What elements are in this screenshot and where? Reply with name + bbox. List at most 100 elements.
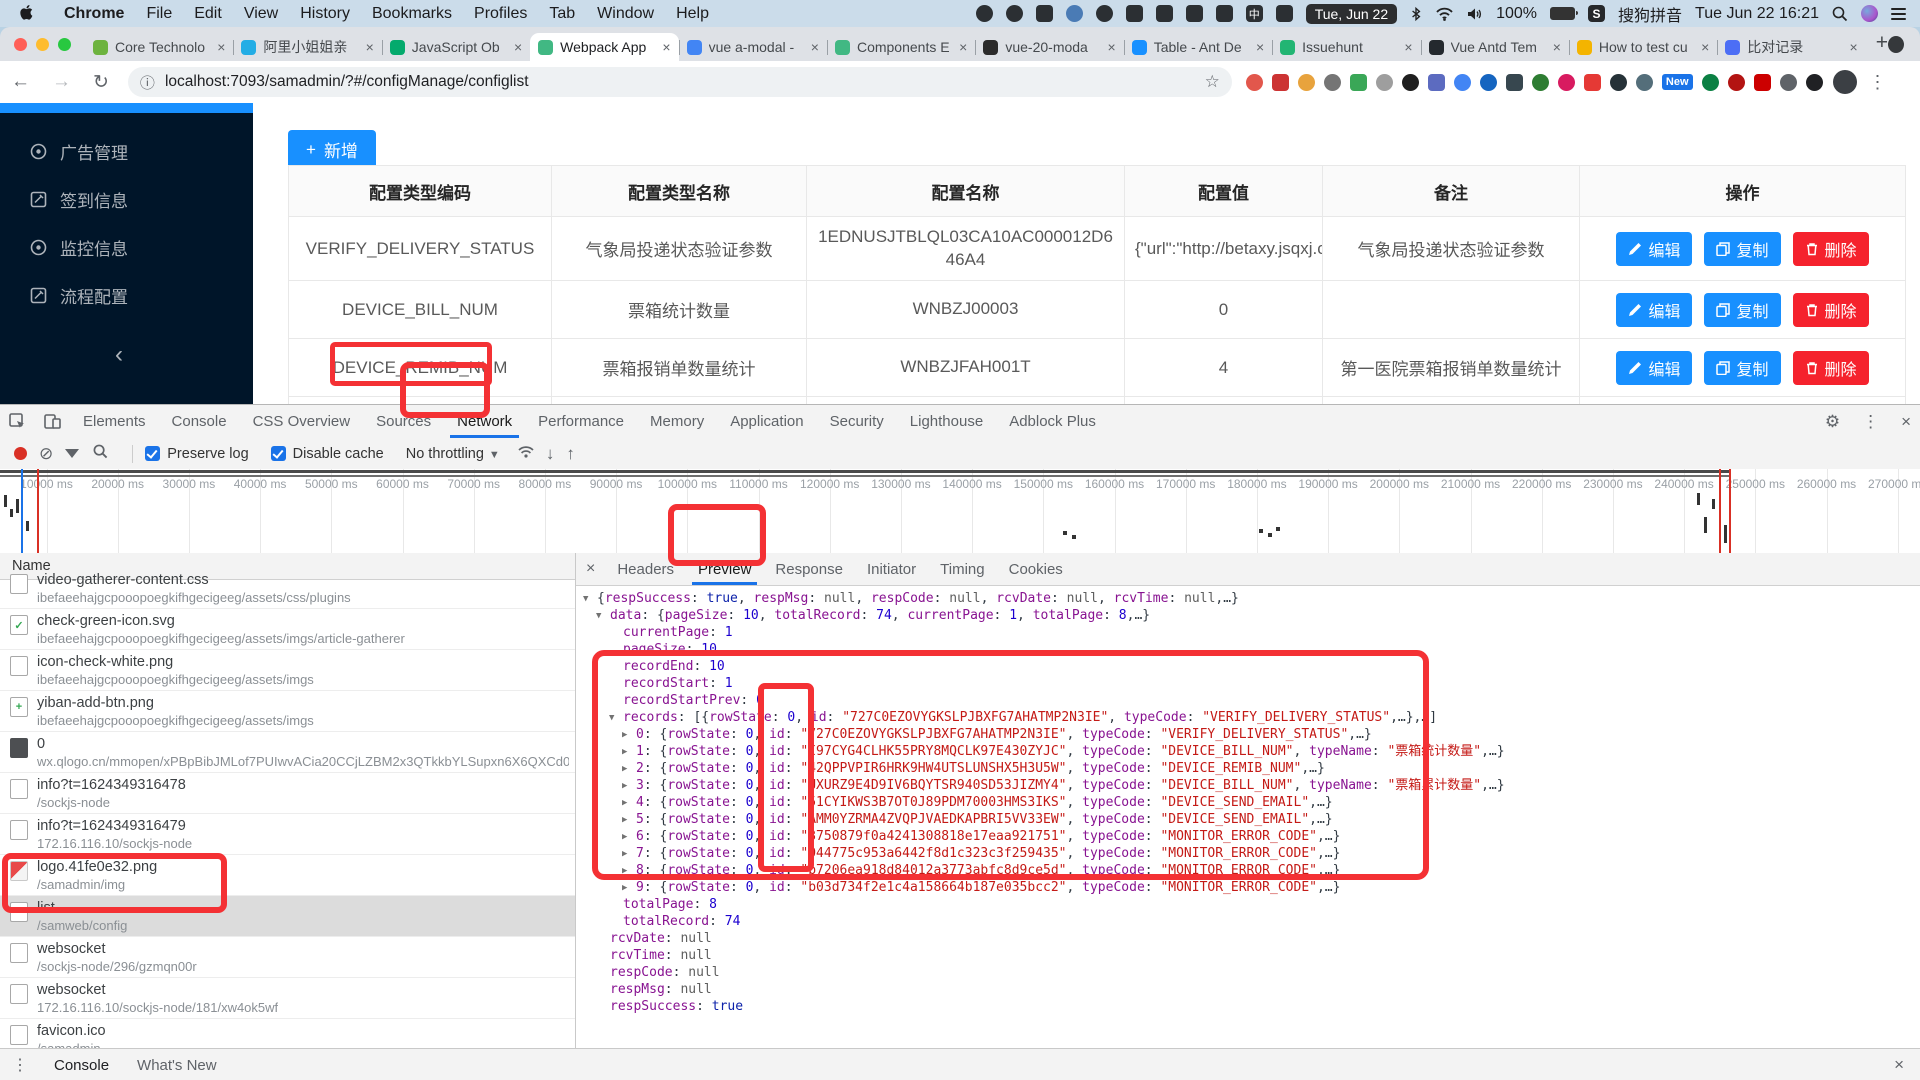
wifi-icon[interactable] [1435,6,1454,21]
export-har-icon[interactable]: ↑ [566,444,575,464]
site-info-icon[interactable]: ⓘ [140,72,155,93]
expand-arrow-icon[interactable]: ▶ [622,795,636,812]
network-request-row[interactable]: ✓ check-green-icon.svg ibefaeehajgcpooopoe… [0,609,575,650]
menu-history[interactable]: History [289,5,361,22]
devtools-tab-network[interactable]: Network [444,405,525,438]
mic-icon[interactable] [1215,5,1233,22]
network-overview-timeline[interactable]: 10000 ms 20000 ms 30000 ms 40000 ms 50000 ms… [0,469,1920,554]
menu-profiles[interactable]: Profiles [463,5,538,22]
preserve-log-checkbox[interactable]: Preserve log [145,446,249,462]
copy-button[interactable]: 复制 [1704,350,1781,385]
extension-icon[interactable] [1531,73,1549,91]
clear-icon[interactable]: ⊘ [39,444,53,464]
extension-icon[interactable] [1779,73,1797,91]
extension-icon[interactable] [1609,73,1627,91]
panel-tab-preview[interactable]: Preview [686,553,763,585]
control-center-icon[interactable] [1891,7,1906,20]
expand-arrow-icon[interactable]: ▶ [622,863,636,880]
panel-tab-cookies[interactable]: Cookies [997,553,1075,585]
siri-icon[interactable] [1861,5,1878,22]
record-icon[interactable] [14,447,27,460]
edit-button[interactable]: 编辑 [1616,231,1693,266]
bookmark-star-icon[interactable]: ☆ [1205,72,1220,92]
extension-icon[interactable] [1583,73,1601,91]
close-tab-icon[interactable]: × [959,39,967,55]
network-request-row[interactable]: + yiban-add-btn.png ibefaeehajgcpooopoegki… [0,691,575,732]
minimize-window-button[interactable] [36,38,49,51]
apple-icon[interactable] [20,5,35,22]
menu-tab[interactable]: Tab [538,5,586,22]
network-request-row[interactable]: video-gatherer-content.css ibefaeehajgcpo… [0,568,575,609]
expand-arrow-icon[interactable]: ▶ [622,846,636,863]
devtools-tab-sources[interactable]: Sources [363,405,444,438]
expand-arrow-icon[interactable]: ▼ [583,591,597,608]
devtools-tab-elements[interactable]: Elements [70,405,159,438]
menu-help[interactable]: Help [665,5,720,22]
delete-button[interactable]: 删除 [1792,231,1869,266]
devtools-tab-lighthouse[interactable]: Lighthouse [897,405,996,438]
tab-search-icon[interactable] [1888,36,1904,53]
extension-icon[interactable] [1753,73,1771,91]
panel-tab-timing[interactable]: Timing [928,553,996,585]
browser-tab[interactable]: Webpack App × [530,33,679,61]
browser-tab[interactable]: vue a-modal - × [678,33,827,61]
expand-arrow-icon[interactable]: ▶ [622,761,636,778]
menu-edit[interactable]: Edit [183,5,233,22]
devtools-tab-memory[interactable]: Memory [637,405,717,438]
close-tab-icon[interactable]: × [1404,39,1412,55]
extension-icon[interactable] [1701,73,1719,91]
extension-icon[interactable] [1635,73,1653,91]
drawer-tab-what-s-new[interactable]: What's New [123,1057,231,1074]
expand-arrow-icon[interactable]: ▶ [622,727,636,744]
new-extension-badge[interactable]: New [1661,74,1693,90]
extension-icon[interactable] [1297,73,1315,91]
window-controls[interactable] [14,38,71,51]
network-request-row[interactable]: info?t=1624349316478/sockjs-node [0,773,575,814]
plugin-icon[interactable] [1035,5,1053,22]
sidebar-item-3[interactable]: 监控信息 [0,227,253,267]
reload-button[interactable]: ↻ [82,71,120,94]
ime-name[interactable]: 搜狗拼音 [1618,2,1682,26]
extension-icon[interactable] [1453,73,1471,91]
devtools-tab-performance[interactable]: Performance [525,405,637,438]
browser-tab[interactable]: Core Technolo × [85,33,233,61]
dropbox-icon[interactable] [1155,5,1173,22]
drawer-menu-icon[interactable]: ⋮ [0,1055,40,1075]
browser-tab[interactable]: How to test cu × [1568,33,1717,61]
extension-icon[interactable] [1323,73,1341,91]
emoji-icon[interactable] [1185,5,1203,22]
url-text[interactable]: localhost:7093/samadmin/?#/configManage/… [165,73,529,91]
extension-icon[interactable] [1401,73,1419,91]
bluetooth-icon[interactable] [1410,6,1422,22]
devtools-tab-console[interactable]: Console [159,405,240,438]
close-tab-icon[interactable]: × [1256,39,1264,55]
expand-arrow-icon[interactable]: ▶ [622,812,636,829]
profile-avatar[interactable] [1832,70,1857,94]
add-config-button[interactable]: + 新增 [288,130,376,169]
extension-icon[interactable] [1271,73,1289,91]
devtools-tab-security[interactable]: Security [817,405,897,438]
expand-arrow-icon[interactable]: ▼ [596,608,610,625]
new-tab-button[interactable]: + [1876,31,1888,55]
throttling-select[interactable]: No throttling ▼ [406,446,500,462]
browser-tab[interactable]: Components E × [826,33,975,61]
panel-tab-response[interactable]: Response [763,553,855,585]
search-icon[interactable] [93,444,108,464]
network-conditions-icon[interactable] [518,444,534,464]
sidebar-item-1[interactable]: 广告管理 [0,131,253,171]
extension-icon[interactable] [1479,73,1497,91]
devtools-menu-icon[interactable]: ⋮ [1853,412,1888,432]
close-detail-icon[interactable]: × [576,560,605,578]
extension-icon[interactable] [1427,73,1445,91]
devtools-tab-adblock-plus[interactable]: Adblock Plus [996,405,1109,438]
inspect-element-icon[interactable] [9,413,26,430]
menubar-date-badge[interactable]: Tue, Jun 22 [1305,3,1398,24]
wechat-icon[interactable] [1005,5,1023,22]
network-request-row[interactable]: logo.41fe0e32.png/samadmin/img [0,855,575,896]
delete-button[interactable]: 删除 [1792,350,1869,385]
close-tab-icon[interactable]: × [662,39,670,55]
copy-button[interactable]: 复制 [1704,292,1781,327]
extension-icon[interactable] [1245,73,1263,91]
panel-tab-headers[interactable]: Headers [605,553,686,585]
browser-tab[interactable]: vue-20-moda × [975,33,1123,61]
